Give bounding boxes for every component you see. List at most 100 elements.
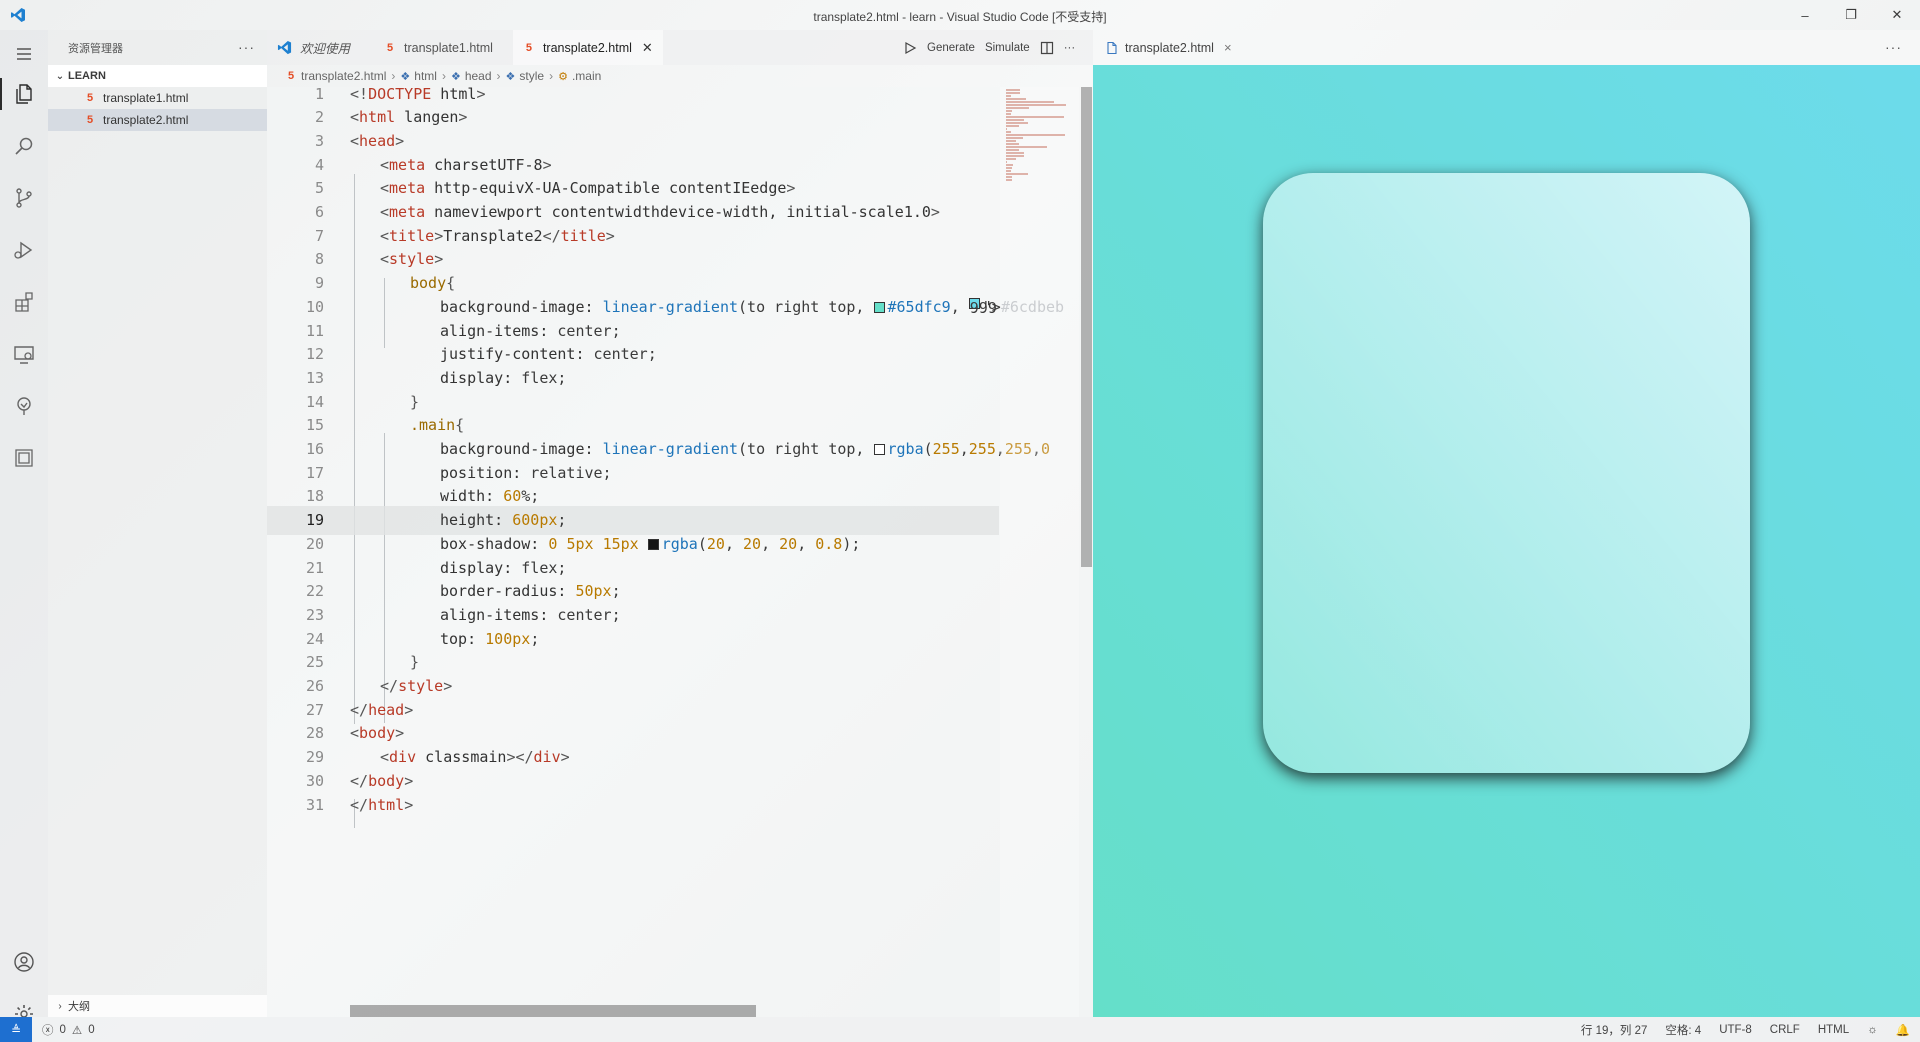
- code-text: </head>: [350, 700, 414, 719]
- minimap-line: [1006, 146, 1047, 148]
- tab-transplate2[interactable]: 5 transplate2.html ✕: [512, 30, 663, 65]
- file-name: transplate1.html: [103, 91, 189, 105]
- preview-close-button[interactable]: ×: [1224, 40, 1232, 55]
- code-text: </style>: [380, 677, 453, 695]
- code-text: align-items: center;: [440, 321, 621, 340]
- code-text: display: flex;: [440, 558, 567, 577]
- tab-welcome[interactable]: 欢迎使用: [267, 30, 360, 65]
- line-number: 28: [305, 724, 324, 743]
- line-number: 9: [314, 274, 324, 293]
- code-text: position: relative;: [440, 463, 612, 482]
- close-window-button[interactable]: ✕: [1874, 0, 1920, 30]
- vscode-icon: [277, 40, 292, 55]
- minimap-line: [1006, 167, 1013, 169]
- line-number: 3: [314, 131, 324, 150]
- code-text: display: flex;: [440, 368, 567, 387]
- chevron-down-icon: ⌄: [55, 70, 65, 82]
- tab-preview[interactable]: transplate2.html ×: [1105, 40, 1232, 55]
- code-line[interactable]: 31 </html>: [267, 790, 999, 819]
- outline-section[interactable]: › 大纲: [48, 995, 267, 1017]
- restore-button[interactable]: ❐: [1828, 0, 1874, 30]
- line-number: 18: [305, 487, 324, 506]
- horizontal-scrollbar[interactable]: [350, 1005, 756, 1017]
- simulate-button[interactable]: Simulate: [985, 42, 1030, 54]
- remote-icon: ≜: [10, 1022, 22, 1037]
- code-text: <!DOCTYPE html>: [350, 84, 486, 103]
- account-button[interactable]: [0, 938, 48, 986]
- minimap-line: [1006, 155, 1024, 157]
- panel-button[interactable]: [0, 434, 48, 482]
- search-icon: [15, 137, 33, 155]
- language-mode[interactable]: HTML: [1818, 1024, 1849, 1036]
- encoding[interactable]: UTF-8: [1719, 1024, 1752, 1036]
- vertical-scrollbar[interactable]: [1079, 87, 1093, 1017]
- minimap-line: [1006, 137, 1024, 139]
- explorer-button[interactable]: [0, 70, 48, 118]
- live-preview: [1093, 65, 1920, 1017]
- explorer-icon: [16, 84, 32, 104]
- file-item-transplate2[interactable]: 5 transplate2.html: [48, 109, 267, 131]
- error-icon: ⓧ: [42, 1024, 54, 1037]
- minimap-line: [1006, 152, 1024, 154]
- error-count: 0: [59, 1023, 66, 1036]
- split-editor-icon[interactable]: [1040, 41, 1054, 55]
- run-debug-button[interactable]: [0, 226, 48, 274]
- tree-view-button[interactable]: [0, 382, 48, 430]
- scrollbar-thumb[interactable]: [1081, 87, 1092, 567]
- remote-explorer-button[interactable]: [0, 330, 48, 378]
- tab-label: transplate2.html: [542, 40, 632, 55]
- tab-close-button[interactable]: ✕: [642, 40, 653, 56]
- explorer-more-button[interactable]: ···: [238, 39, 255, 55]
- close-icon: ✕: [1891, 7, 1903, 22]
- minimize-button[interactable]: –: [1782, 0, 1828, 30]
- play-icon[interactable]: [903, 41, 917, 55]
- html-file-icon: 5: [86, 114, 94, 126]
- line-number: 13: [305, 368, 324, 387]
- line-number: 8: [314, 250, 324, 269]
- file-item-transplate1[interactable]: 5 transplate1.html: [48, 87, 267, 109]
- minimap[interactable]: [1000, 87, 1079, 1017]
- cursor-position[interactable]: 行 19，列 27: [1581, 1022, 1647, 1038]
- minimap-line: [1006, 161, 1007, 163]
- code-text: justify-content: center;: [440, 345, 657, 364]
- minimap-line: [1006, 134, 1066, 136]
- code-text: <div classmain></div>: [380, 748, 570, 767]
- minimap-line: [1006, 170, 1012, 172]
- problems-indicator[interactable]: ⓧ 0 ⚠ 0: [42, 1022, 95, 1038]
- minimap-line: [1006, 176, 1013, 178]
- remote-button[interactable]: ≜: [0, 1017, 32, 1042]
- title-bar: transplate2.html - learn - Visual Studio…: [0, 0, 1920, 30]
- minimap-line: [1006, 158, 1016, 160]
- generate-button[interactable]: Generate: [927, 42, 975, 54]
- minimap-line: [1006, 98, 1026, 100]
- line-number: 19: [305, 511, 324, 530]
- minimap-line: [1006, 89, 1020, 91]
- folder-learn[interactable]: ⌄ LEARN: [48, 65, 267, 87]
- warning-count: 0: [88, 1023, 95, 1036]
- notifications-icon[interactable]: 🔔: [1896, 1023, 1910, 1037]
- minimap-line: [1006, 122, 1028, 124]
- code-text: <title>Transplate2</title>: [380, 226, 615, 245]
- window-controls: – ❐ ✕: [1782, 0, 1920, 30]
- minimap-line: [1006, 131, 1012, 133]
- search-button[interactable]: [0, 122, 48, 170]
- feedback-icon[interactable]: ☼: [1867, 1024, 1878, 1036]
- window-title: transplate2.html - learn - Visual Studio…: [813, 10, 1107, 24]
- code-editor[interactable]: 1 <!DOCTYPE html> 2 <html langen> 3 <head> 4 <m…: [267, 84, 1093, 1017]
- file-name: transplate2.html: [103, 113, 189, 127]
- line-ending[interactable]: CRLF: [1770, 1024, 1800, 1036]
- line-number: 7: [314, 226, 324, 245]
- line-number: 12: [305, 345, 324, 364]
- indentation[interactable]: 空格: 4: [1665, 1022, 1701, 1038]
- preview-more-button[interactable]: ···: [1885, 39, 1902, 55]
- preview-tab-bar: transplate2.html × ···: [1093, 30, 1920, 65]
- code-text: }: [410, 653, 420, 672]
- more-actions-button[interactable]: ···: [1064, 42, 1076, 54]
- code-text: .main{: [410, 416, 465, 435]
- source-control-button[interactable]: [0, 174, 48, 222]
- code-text: <body>: [350, 724, 405, 743]
- line-number: 17: [305, 463, 324, 482]
- extensions-button[interactable]: [0, 278, 48, 326]
- minimap-line: [1006, 164, 1014, 166]
- tab-transplate1[interactable]: 5 transplate1.html: [374, 30, 503, 65]
